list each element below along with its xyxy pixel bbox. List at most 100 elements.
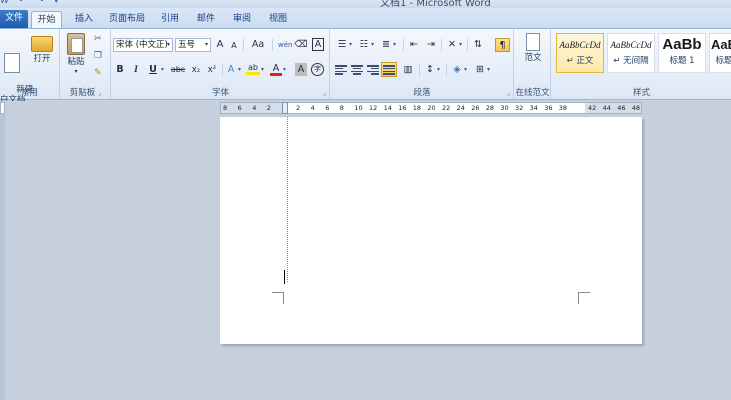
horizontal-ruler[interactable]: 8 6 4 2 2 4 6 8 10 12 14 16 18 20 22 24 26 28 30 32 34 36 38 42…: [220, 102, 642, 114]
group-online-label: 在线范文: [515, 88, 550, 98]
shrink-font-button[interactable]: A: [229, 39, 239, 53]
numbering-dropdown-icon[interactable]: ▾: [371, 41, 374, 48]
text-effect-button[interactable]: A: [225, 63, 237, 77]
ruler-tick-label: 16: [398, 104, 407, 112]
tab-insert[interactable]: 插入: [72, 11, 96, 28]
align-center-icon[interactable]: [351, 65, 363, 75]
char-border-button[interactable]: A: [312, 38, 324, 51]
multilevel-dropdown-icon[interactable]: ▾: [393, 41, 396, 48]
font-color-button[interactable]: A: [270, 63, 282, 76]
open-button[interactable]: 打开: [29, 33, 55, 64]
tab-view[interactable]: 视图: [266, 11, 290, 28]
font-name-dropdown-icon: ▾: [166, 41, 170, 48]
font-launcher-icon[interactable]: ⌟: [323, 89, 326, 97]
ruler-tick-label: 2: [266, 104, 271, 112]
bold-button[interactable]: B: [114, 63, 126, 77]
tab-references[interactable]: 引用: [158, 11, 182, 28]
text-effect-dropdown-icon[interactable]: ▾: [238, 66, 241, 73]
borders-dropdown-icon[interactable]: ▾: [487, 66, 490, 73]
ruler-tick-label: 4: [252, 104, 257, 112]
group-clipboard: 粘贴 ▾ ✂ ❐ ✎ 剪贴板 ⌟: [61, 29, 111, 99]
group-online: 范文 在线范文: [515, 29, 551, 99]
ruler-corner[interactable]: [0, 102, 5, 114]
subscript-button[interactable]: x₂: [189, 63, 203, 77]
redo-icon[interactable]: ↷: [36, 0, 44, 6]
style-heading1-tile[interactable]: AaBb 标题 1: [658, 33, 706, 73]
show-marks-icon[interactable]: ¶: [495, 38, 510, 52]
font-color-dropdown-icon[interactable]: ▾: [283, 66, 286, 73]
title-bar: W ↶ ↷ ▾ 文档1 - Microsoft Word: [0, 0, 731, 8]
numbering-icon[interactable]: ☷: [357, 38, 371, 52]
align-right-icon[interactable]: [367, 65, 379, 75]
strikethrough-button[interactable]: abc: [170, 63, 186, 77]
paste-button[interactable]: 粘贴 ▾: [64, 33, 88, 77]
style-no-spacing-tile[interactable]: AaBbCcDd ↵ 无间隔: [607, 33, 655, 73]
ruler-tick-label: 48: [631, 104, 641, 112]
bullets-icon[interactable]: ☰: [335, 38, 349, 52]
borders-icon[interactable]: ⊞: [473, 63, 487, 77]
qat-dropdown-icon[interactable]: ▾: [54, 0, 59, 6]
chinese-layout-dropdown-icon[interactable]: ▾: [459, 41, 462, 48]
ribbon: 新建 白文档 打开 常用 粘贴 ▾ ✂ ❐ ✎ 剪贴板 ⌟ 宋体 (中文正) ▾…: [0, 28, 731, 105]
change-case-button[interactable]: Aa: [249, 38, 267, 52]
undo-icon[interactable]: ↶: [19, 0, 27, 6]
increase-indent-icon[interactable]: ⇥: [424, 38, 438, 52]
tab-file[interactable]: 文件: [0, 10, 28, 28]
justify-button[interactable]: [381, 62, 397, 77]
line-spacing-icon[interactable]: ↕: [423, 63, 437, 77]
clear-format-icon[interactable]: ⌫: [294, 38, 308, 52]
highlight-button[interactable]: ab: [246, 63, 260, 75]
decrease-indent-icon[interactable]: ⇤: [407, 38, 421, 52]
chinese-layout-icon[interactable]: ✕: [445, 38, 459, 52]
superscript-button[interactable]: x²: [205, 63, 219, 77]
style-no-spacing-name: ↵ 无间隔: [613, 56, 649, 66]
crop-mark-left: [272, 292, 284, 304]
indent-marker-icon[interactable]: [282, 102, 288, 114]
justify-icon: [383, 65, 395, 75]
shading-dropdown-icon[interactable]: ▾: [464, 66, 467, 73]
ruler-tick-label: 20: [427, 104, 436, 112]
ruler-tick-label: 22: [442, 104, 451, 112]
tab-mailings[interactable]: 邮件: [194, 11, 218, 28]
font-name-value: 宋体 (中文正): [116, 40, 168, 50]
tab-page-layout[interactable]: 页面布局: [106, 11, 148, 28]
fanwen-button[interactable]: 范文: [519, 33, 547, 63]
highlight-dropdown-icon[interactable]: ▾: [261, 66, 264, 73]
clipboard-launcher-icon[interactable]: ⌟: [98, 89, 101, 97]
bullets-dropdown-icon[interactable]: ▾: [349, 41, 352, 48]
style-no-spacing-sample: AaBbCcDd: [610, 40, 652, 50]
paragraph-separator: [419, 64, 420, 76]
ruler-tick-label: 2: [296, 104, 301, 112]
tab-review[interactable]: 审阅: [230, 11, 254, 28]
ruler-tick-label: 26: [471, 104, 480, 112]
line-spacing-dropdown-icon[interactable]: ▾: [437, 66, 440, 73]
word-logo-icon[interactable]: W: [0, 0, 9, 6]
copy-icon[interactable]: ❐: [94, 51, 102, 61]
multilevel-list-icon[interactable]: ≣: [379, 38, 393, 52]
ruler-tick-label: 36: [544, 104, 553, 112]
char-shading-button[interactable]: A: [295, 63, 307, 76]
shading-icon[interactable]: ◈: [450, 63, 464, 77]
tab-home[interactable]: 开始: [31, 11, 62, 28]
underline-dropdown-icon[interactable]: ▾: [161, 66, 164, 73]
style-normal-tile[interactable]: AaBbCcDd ↵ 正文: [556, 33, 604, 73]
enclose-char-button[interactable]: 字: [311, 63, 324, 76]
grow-font-button[interactable]: A: [214, 38, 226, 52]
paragraph-launcher-icon[interactable]: ⌟: [507, 89, 510, 97]
ruler-tick-label: 14: [383, 104, 392, 112]
vertical-ruler-strip: [0, 101, 5, 400]
ruler-tick-label: 34: [529, 104, 538, 112]
ribbon-tabs: 文件 开始 插入 页面布局 引用 邮件 审阅 视图: [0, 8, 731, 28]
align-left-icon[interactable]: [335, 65, 347, 75]
font-size-combo[interactable]: 五号 ▾: [175, 38, 211, 52]
document-page[interactable]: [220, 117, 642, 344]
format-painter-icon[interactable]: ✎: [94, 68, 102, 78]
italic-button[interactable]: I: [130, 63, 142, 77]
font-name-combo[interactable]: 宋体 (中文正) ▾: [113, 38, 173, 52]
phonetic-guide-button[interactable]: wén: [278, 38, 292, 52]
underline-button[interactable]: U: [147, 63, 159, 77]
style-title-tile[interactable]: AaB 标题: [709, 33, 731, 73]
sort-icon[interactable]: ⇅: [471, 38, 485, 52]
cut-icon[interactable]: ✂: [94, 34, 102, 44]
distributed-icon[interactable]: ▥: [401, 63, 415, 77]
